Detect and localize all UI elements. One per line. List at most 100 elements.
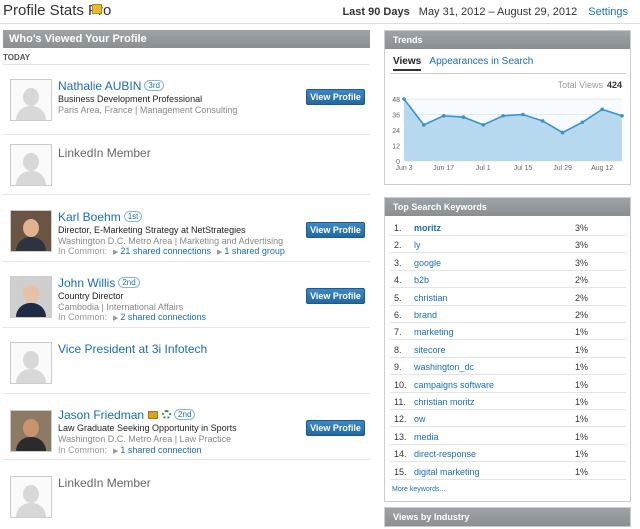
keyword-term[interactable]: direct-response (414, 449, 476, 459)
keyword-percent: 1% (575, 449, 589, 460)
views-point[interactable] (560, 130, 565, 135)
keyword-term[interactable]: ow (414, 414, 426, 424)
avatar-placeholder (10, 79, 52, 121)
viewer-name-text[interactable]: Karl Boehm (58, 210, 121, 224)
view-profile-button[interactable]: View Profile (306, 420, 365, 436)
keyword-percent: 1% (575, 379, 589, 390)
viewer-row: Nathalie AUBIN 3rd Business Development P… (3, 69, 370, 135)
keyword-rank: 10. (394, 379, 407, 390)
keyword-term[interactable]: b2b (414, 275, 429, 285)
shared-connections-link[interactable]: 2 shared connections (120, 312, 206, 322)
view-profile-button[interactable]: View Profile (306, 89, 365, 105)
keyword-term[interactable]: christian moritz (414, 397, 475, 407)
views-point[interactable] (620, 113, 624, 118)
viewer-row: Karl Boehm 1st Director, E-Marketing Stra… (3, 196, 370, 262)
date-range: May 31, 2012 – August 29, 2012 (418, 6, 578, 18)
x-tick-label: Aug 12 (591, 165, 613, 172)
keyword-term[interactable]: christian (414, 293, 448, 303)
arrow-right-icon: ▶ (113, 315, 119, 322)
tab-appearances-in-search[interactable]: Appearances in Search (429, 56, 533, 67)
keyword-percent: 1% (575, 344, 589, 355)
keyword-term[interactable]: media (414, 432, 439, 442)
x-tick-label: Jul 29 (553, 165, 572, 172)
keyword-term[interactable]: marketing (414, 327, 454, 337)
views-point[interactable] (402, 97, 406, 101)
avatar[interactable] (10, 410, 52, 452)
views-point[interactable] (501, 113, 505, 118)
viewer-name[interactable]: Vice President at 3i Infotech (58, 342, 207, 356)
viewer-name[interactable]: Nathalie AUBIN 3rd (58, 79, 164, 93)
top-bar: Profile Stats Pro Last 90 Days May 31, 2… (0, 0, 640, 24)
views-point[interactable] (580, 120, 585, 125)
viewer-row: LinkedIn Member (3, 135, 370, 195)
keyword-row: 6. brand 2% (390, 306, 626, 323)
in-common: In Common: ▶ 1 shared connection (58, 445, 201, 455)
views-point[interactable] (441, 113, 446, 118)
x-tick-label: Jun 17 (433, 165, 454, 172)
keyword-term[interactable]: digital marketing (414, 467, 480, 477)
views-point[interactable] (600, 107, 604, 112)
viewer-location: Paris Area, France | Management Consulti… (58, 105, 238, 115)
settings-link[interactable]: Settings (588, 6, 628, 18)
keyword-term[interactable]: sitecore (414, 345, 446, 355)
keyword-term[interactable]: moritz (414, 223, 441, 233)
total-views-label: Total Views (557, 80, 603, 90)
views-point[interactable] (481, 123, 486, 127)
date-range-bar: Last 90 Days May 31, 2012 – August 29, 2… (342, 6, 628, 18)
views-point[interactable] (540, 119, 545, 123)
degree-badge: 3rd (144, 80, 164, 91)
viewer-name[interactable]: Karl Boehm 1st (58, 210, 143, 224)
avatar[interactable] (10, 276, 52, 318)
viewer-name-text[interactable]: John Willis (58, 276, 115, 290)
view-profile-button[interactable]: View Profile (306, 288, 365, 304)
keyword-percent: 1% (575, 414, 589, 425)
avatar-placeholder (10, 476, 52, 518)
in-common-label: In Common: (58, 312, 108, 322)
tab-views[interactable]: Views (393, 56, 422, 71)
x-tick-label: Jul 15 (514, 165, 533, 172)
avatar[interactable] (10, 210, 52, 252)
keyword-row: 13. media 1% (390, 428, 626, 445)
keyword-term[interactable]: ly (414, 240, 421, 250)
view-profile-button[interactable]: View Profile (306, 222, 365, 238)
in-common-label: In Common: (58, 445, 108, 455)
y-tick-label: 48 (392, 97, 400, 104)
viewer-name[interactable]: John Willis 2nd (58, 276, 140, 290)
more-keywords-link[interactable]: More keywords... (392, 486, 445, 493)
keyword-row: 3. google 3% (390, 254, 626, 271)
shared-connections-link[interactable]: 1 shared connection (120, 445, 201, 455)
period-label: Last 90 Days (342, 6, 410, 18)
x-tick-label: Jul 1 (476, 165, 491, 172)
shared-connections-link[interactable]: 21 shared connections (120, 246, 211, 256)
keyword-rank: 4. (394, 275, 402, 286)
keyword-term[interactable]: campaigns software (414, 380, 494, 390)
keyword-percent: 1% (575, 327, 589, 338)
views-point[interactable] (461, 115, 466, 119)
y-tick-label: 36 (392, 113, 400, 120)
total-views-value: 424 (606, 80, 622, 90)
viewer-name-text[interactable]: Jason Friedman (58, 408, 144, 422)
group-icon (162, 410, 172, 419)
y-tick-label: 24 (392, 128, 400, 135)
keyword-row: 14. direct-response 1% (390, 445, 626, 463)
keyword-term[interactable]: google (414, 258, 441, 268)
keyword-term[interactable]: brand (414, 310, 437, 320)
viewer-name-text[interactable]: Nathalie AUBIN (58, 79, 141, 93)
industry-header: Views by Industry (385, 508, 630, 526)
keyword-rank: 1. (394, 223, 402, 233)
views-point[interactable] (422, 123, 426, 127)
viewer-title: Country Director (58, 291, 124, 301)
keyword-percent: 1% (575, 466, 589, 477)
keyword-term[interactable]: washington_dc (414, 362, 474, 372)
viewer-name: LinkedIn Member (58, 146, 151, 160)
x-tick-label: Jun 3 (395, 165, 412, 172)
keyword-row: 11. christian moritz 1% (390, 393, 626, 410)
in-common-label: In Common: (58, 246, 108, 256)
shared-group-link[interactable]: 1 shared group (224, 246, 285, 256)
views-point[interactable] (521, 112, 525, 117)
trends-box: Trends Views Appearances in Search Total… (384, 30, 631, 185)
keyword-rank: 12. (394, 414, 407, 425)
keyword-row: 15. digital marketing 1% (390, 463, 626, 480)
viewers-header: Who's Viewed Your Profile (3, 30, 370, 48)
viewer-name[interactable]: Jason Friedman 2nd (58, 408, 196, 422)
